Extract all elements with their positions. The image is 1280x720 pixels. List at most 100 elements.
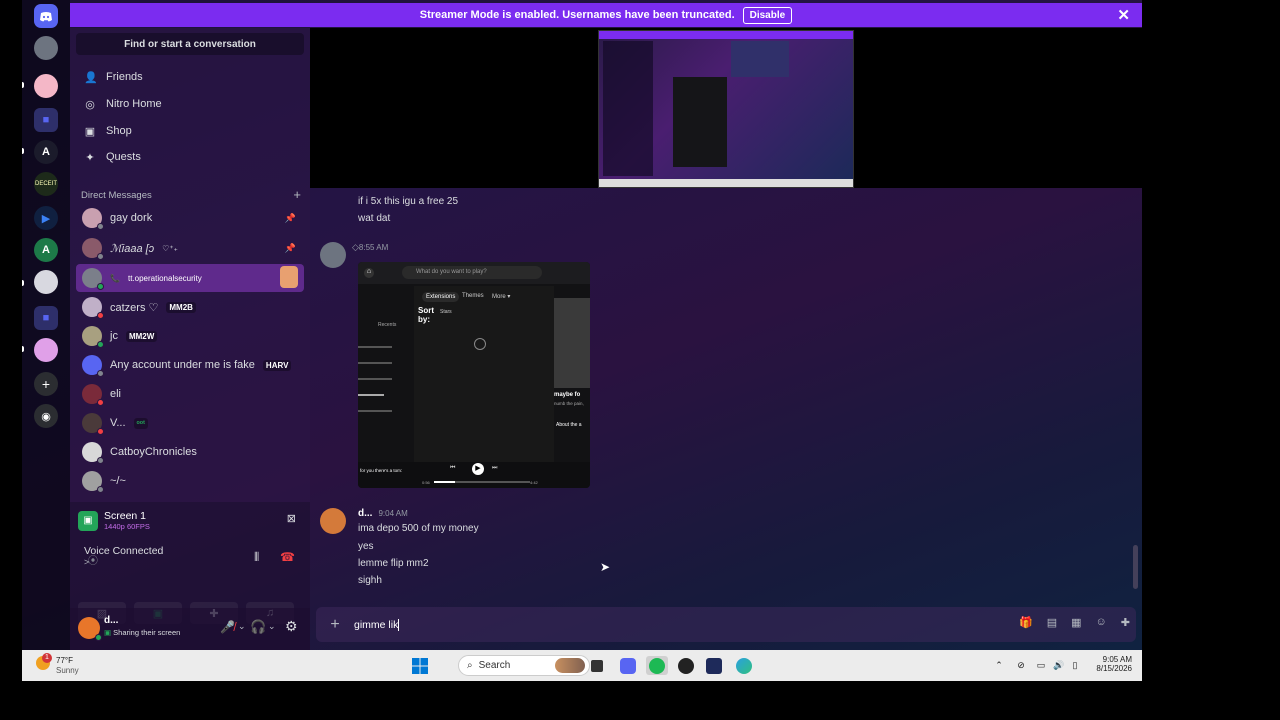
dm-item[interactable]: jc MM2W xyxy=(76,322,304,350)
apps-icon[interactable]: ✚ xyxy=(1121,616,1130,629)
voice-status[interactable]: Voice Connected > xyxy=(84,545,163,567)
stop-stream-icon[interactable]: ⊠ xyxy=(287,512,296,525)
embed-time-end: 4:42 xyxy=(530,480,538,485)
server-avatar-3[interactable]: A xyxy=(34,140,58,164)
dm-item[interactable]: Any account under me is fake HARV xyxy=(76,351,304,379)
nav-shop[interactable]: ▣ Shop xyxy=(76,119,304,143)
dm-item-selected[interactable]: 📞 tt.operationalsecurity xyxy=(76,264,304,292)
spotify-taskbar-icon[interactable] xyxy=(646,656,668,675)
folder-icon[interactable]: ■ xyxy=(34,306,58,330)
user-status-text: Sharing their screen xyxy=(113,628,181,637)
pin-icon[interactable]: 📌 xyxy=(285,243,296,254)
gif-icon[interactable]: ▤ xyxy=(1047,616,1057,629)
chevron-down-icon[interactable]: ⌄ xyxy=(238,621,246,632)
add-server-button[interactable]: + xyxy=(34,372,58,396)
task-view-icon[interactable] xyxy=(588,656,606,675)
chevron-up-icon[interactable]: ⌃ xyxy=(992,656,1006,675)
author-avatar[interactable] xyxy=(320,508,346,534)
attach-plus-icon[interactable]: + xyxy=(316,616,354,634)
taskbar-search-label: Search xyxy=(478,660,511,671)
folder-icon[interactable]: ■ xyxy=(34,108,58,132)
nitro-icon: ◎ xyxy=(85,98,95,111)
stream-preview-image[interactable] xyxy=(598,30,854,188)
streamer-mode-banner: Streamer Mode is enabled. Usernames have… xyxy=(70,3,1142,27)
user-status: ▣ Sharing their screen xyxy=(104,628,180,637)
dm-item[interactable]: eli xyxy=(76,380,304,408)
display-icon[interactable]: ▭ xyxy=(1034,656,1048,675)
message-line: ima depo 500 of my money xyxy=(358,523,479,534)
dm-item[interactable]: V... ᵒᵒᵗ xyxy=(76,409,304,437)
message-image-attachment[interactable]: ⌂ What do you want to play? Extensions T… xyxy=(358,262,590,488)
dm-item[interactable]: catzers ♡ MM2B xyxy=(76,293,304,321)
input-tools: 🎁 ▤ ▦ ☺ ✚ xyxy=(1019,616,1130,629)
battery-icon[interactable]: ▯ xyxy=(1068,656,1082,675)
author-avatar[interactable] xyxy=(320,242,346,268)
mute-icon[interactable]: 🎤̸ xyxy=(220,620,235,634)
dm-name: jc xyxy=(110,330,118,342)
disconnect-icon[interactable]: ☎ xyxy=(280,550,295,564)
nav-nitro[interactable]: ◎ Nitro Home xyxy=(76,92,304,116)
windows-start-icon[interactable] xyxy=(410,656,430,675)
dm-name: catzers ♡ xyxy=(110,301,159,314)
discord-taskbar-icon[interactable] xyxy=(618,656,638,675)
volume-icon[interactable]: 🔊 xyxy=(1052,656,1066,675)
dm-header: Direct Messages + xyxy=(81,187,301,202)
message-author[interactable]: d... xyxy=(358,508,372,519)
nav-quests[interactable]: ✦ Quests xyxy=(76,145,304,169)
server-avatar-4[interactable]: DECEIT xyxy=(34,172,58,196)
weather-temp[interactable]: 77°F xyxy=(56,656,73,665)
disable-streamer-mode-button[interactable]: Disable xyxy=(742,6,793,24)
noise-suppression-icon[interactable]: ⦀ xyxy=(254,550,259,565)
dm-item[interactable]: ~/~ xyxy=(76,467,304,495)
clock-time: 9:05 AM xyxy=(1102,655,1132,664)
server-avatar-7[interactable] xyxy=(34,270,58,294)
screen-icon: ▣ xyxy=(104,628,114,637)
dm-name: ℳiaaa [ↄ xyxy=(110,242,155,255)
close-icon[interactable]: ✕ xyxy=(1117,6,1130,24)
edge-taskbar-icon[interactable] xyxy=(734,656,754,675)
weather-badge: 1 xyxy=(42,653,52,663)
dm-name: gay dork xyxy=(110,212,153,224)
server-avatar-5[interactable]: ▶ xyxy=(34,206,58,230)
avatar xyxy=(82,384,104,406)
find-conversation-button[interactable]: Find or start a conversation xyxy=(76,33,304,55)
message-line: sighh xyxy=(358,575,382,586)
chat-scrollbar[interactable] xyxy=(1133,545,1138,589)
gear-icon[interactable]: ⚙ xyxy=(285,618,298,635)
dm-item[interactable]: gay dork 📌 xyxy=(76,204,304,232)
discord-home-button[interactable] xyxy=(34,4,58,28)
message-line: yes xyxy=(358,541,374,552)
app-taskbar-icon[interactable] xyxy=(704,656,724,675)
pin-icon[interactable]: 📌 xyxy=(285,213,296,224)
avatar xyxy=(82,413,104,435)
gift-icon[interactable]: 🎁 xyxy=(1019,616,1033,629)
app-taskbar-icon[interactable] xyxy=(676,656,696,675)
dm-item[interactable]: ℳiaaa [ↄ ♡⁺₊ 📌 xyxy=(76,234,304,262)
nav-label: Friends xyxy=(106,71,143,83)
taskbar-search[interactable]: ⌕ Search xyxy=(458,655,590,676)
server-avatar-8[interactable] xyxy=(34,338,58,362)
text-caret xyxy=(398,618,400,631)
stream-title: Screen 1 xyxy=(104,510,147,522)
nav-friends[interactable]: 👤 Friends xyxy=(76,65,304,89)
embed-tab: Themes xyxy=(462,293,484,299)
discover-icon[interactable]: ◉ xyxy=(34,404,58,428)
headphones-icon[interactable]: 🎧 xyxy=(250,619,266,635)
emoji-icon[interactable]: ☺ xyxy=(1096,616,1107,629)
server-avatar-2[interactable] xyxy=(34,74,58,98)
clock[interactable]: 9:05 AM 8/15/2026 xyxy=(1090,655,1132,673)
voice-status-label: Voice Connected xyxy=(84,545,164,557)
message-input[interactable]: + gimme lik 🎁 ▤ ▦ ☺ ✚ xyxy=(316,607,1136,642)
create-dm-icon[interactable]: + xyxy=(293,187,301,202)
sticker-icon[interactable]: ▦ xyxy=(1071,616,1081,629)
server-avatar-1[interactable] xyxy=(34,36,58,60)
chevron-down-icon[interactable]: ⌄ xyxy=(268,621,276,632)
dm-item[interactable]: CatboyChronicles xyxy=(76,438,304,466)
windows-taskbar: 1 77°F Sunny ⌕ Search ⌃ ⊘ ▭ 🔊 ▯ 9:05 AM … xyxy=(22,650,1142,681)
call-icon: 📞 xyxy=(110,273,120,283)
server-avatar-6[interactable]: A xyxy=(34,238,58,262)
user-avatar[interactable] xyxy=(78,617,102,641)
stream-info: ▣ Screen 1 1440p 60FPS xyxy=(78,510,150,531)
network-icon[interactable]: ⊘ xyxy=(1014,656,1028,675)
voice-status-sub: > xyxy=(84,557,90,567)
